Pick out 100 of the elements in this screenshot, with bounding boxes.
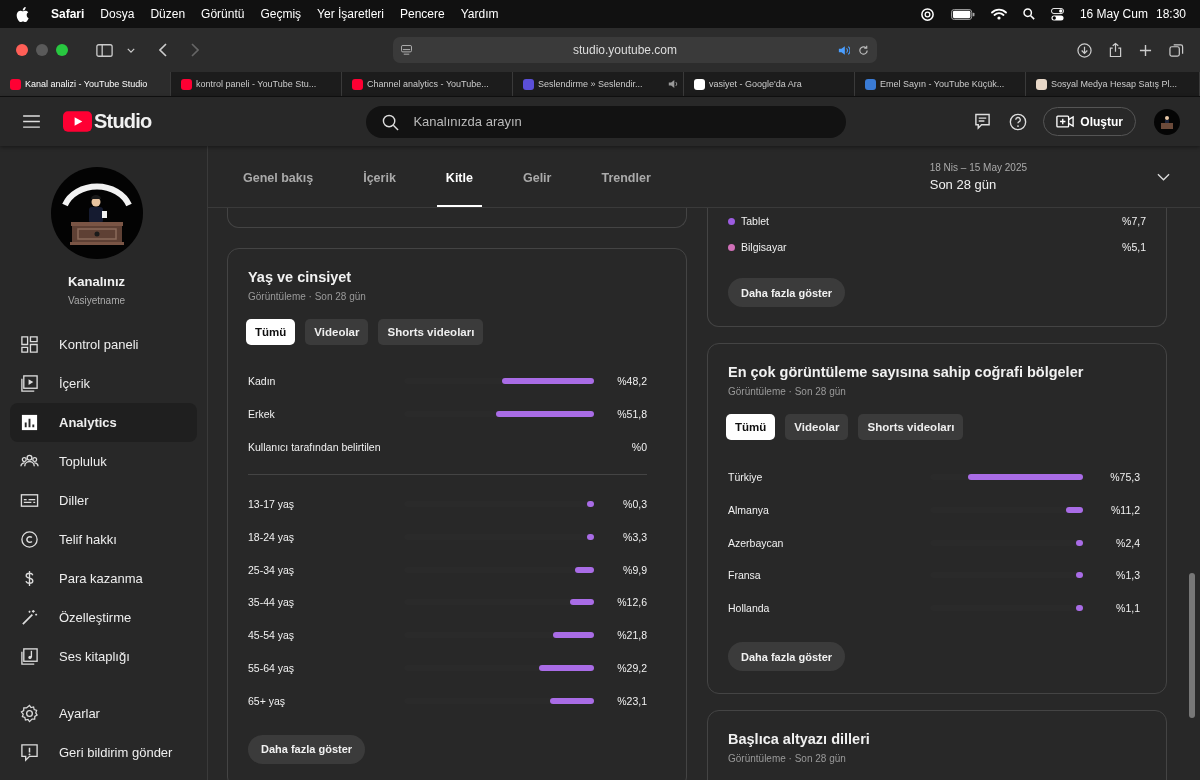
zoom-window-icon[interactable] (56, 44, 68, 56)
filter-chip[interactable]: Shorts videoları (858, 414, 964, 440)
browser-tab[interactable]: Emel Sayın - YouTube Küçük... (855, 72, 1026, 96)
url-text: studio.youtube.com (571, 43, 679, 57)
percentage-value: %48,2 (616, 375, 647, 388)
site-icon (352, 78, 363, 90)
menu-app-name[interactable]: Safari (51, 7, 85, 21)
browser-tab[interactable]: kontrol paneli - YouTube Stu... (171, 72, 342, 96)
browser-tab[interactable]: Sosyal Medya Hesap Satış Pl... (1026, 72, 1200, 96)
filter-chip[interactable]: Videolar (785, 414, 849, 440)
search-icon[interactable] (382, 113, 400, 131)
percentage-value: %51,8 (616, 408, 647, 421)
age-group-label: 13-17 yaş (248, 498, 296, 511)
percentage-value: %23,1 (616, 694, 647, 707)
close-window-icon[interactable] (16, 44, 28, 56)
age-group-label: 45-54 yaş (248, 629, 296, 642)
download-icon[interactable] (1077, 42, 1092, 58)
back-icon[interactable] (159, 43, 167, 57)
music-library-icon (20, 647, 39, 666)
sidebar-item[interactable]: Kontrol paneli (10, 325, 197, 364)
sidebar-item[interactable]: Ses kitaplığı (10, 637, 197, 676)
card-title: Yaş ve cinsiyet (248, 269, 353, 285)
feedback-message-icon[interactable] (974, 113, 992, 130)
percentage-value: %11,2 (1110, 504, 1140, 517)
country-label: Hollanda (728, 602, 771, 615)
wifi-icon[interactable] (990, 8, 1007, 20)
copyright-icon (20, 530, 39, 549)
card-title: En çok görüntüleme sayısına sahip coğrafi bölgeler (728, 364, 1085, 380)
menu-item[interactable]: Görüntü (201, 7, 245, 21)
browser-tab[interactable]: Kanal analizi - YouTube Studio (0, 72, 171, 96)
percentage-value: %75,3 (1109, 471, 1140, 484)
speaker-icon[interactable] (838, 44, 850, 56)
percentage-value: %29,2 (616, 661, 647, 674)
percentage-value: %3,3 (622, 531, 647, 544)
sidebar-icon[interactable] (96, 43, 113, 57)
sidebar-item[interactable]: Ayarlar (10, 694, 197, 733)
analytics-tab[interactable]: Genel bakış (234, 146, 323, 207)
sidebar-item[interactable]: Topluluk (10, 442, 197, 481)
logo-text[interactable]: Studio (94, 110, 152, 133)
search-icon[interactable] (1022, 8, 1035, 20)
menu-item[interactable]: Dosya (100, 7, 135, 21)
reload-icon[interactable] (858, 44, 869, 56)
browser-tab[interactable]: Channel analytics - YouTube... (342, 72, 513, 96)
menu-icon[interactable] (23, 115, 40, 128)
help-icon[interactable] (1009, 112, 1028, 131)
filter-chip[interactable]: Shorts videoları (378, 319, 484, 345)
tab-overview-icon[interactable] (1169, 42, 1184, 58)
browser-tab[interactable]: Seslendirme » Seslendir... (513, 72, 684, 96)
show-more-button[interactable]: Daha fazla göster (728, 642, 846, 672)
control-center-icon[interactable] (1050, 7, 1064, 21)
card-subtitle: Görüntüleme · Son 28 gün (248, 291, 367, 302)
filter-chip[interactable]: Videolar (305, 319, 369, 345)
gender-label: Kullanıcı tarafından belirtilen (248, 440, 382, 453)
card-subtitle: Görüntüleme · Son 28 gün (728, 753, 847, 764)
gender-label: Kadın (248, 375, 277, 388)
menu-item[interactable]: Geçmiş (260, 7, 302, 21)
sidebar-item[interactable]: Telif hakkı (10, 520, 197, 559)
site-icon (181, 78, 192, 90)
sidebar-item[interactable]: Geri bildirim gönder (10, 733, 197, 772)
age-group-label: 25-34 yaş (248, 563, 296, 576)
sidebar-item[interactable]: İçerik (10, 364, 197, 403)
browser-tab[interactable]: vasiyet - Google'da Ara (684, 72, 855, 96)
battery-icon[interactable] (950, 8, 975, 20)
magic-wand-icon (20, 608, 39, 627)
new-tab-icon[interactable] (1139, 43, 1152, 57)
chevron-down-icon[interactable] (127, 47, 135, 53)
play-logo-icon[interactable] (63, 111, 92, 132)
assistant-icon[interactable] (919, 6, 935, 22)
show-more-button[interactable]: Daha fazla göster (728, 278, 846, 307)
filter-chip[interactable]: Tümü (246, 319, 296, 345)
percentage-value: %1,3 (1115, 569, 1140, 582)
menu-item[interactable]: Düzen (150, 7, 186, 21)
video-plus-icon (1056, 115, 1075, 128)
analytics-tab[interactable]: Gelir (513, 146, 561, 207)
site-icon (523, 78, 534, 90)
country-label: Fransa (728, 569, 762, 582)
speaker-icon[interactable] (668, 79, 679, 89)
sidebar-item[interactable]: Diller (10, 481, 197, 520)
percentage-value: %7,7 (1121, 215, 1146, 227)
analytics-tab[interactable]: Trendler (592, 146, 660, 207)
date-range-dropdown[interactable]: 18 Nis – 15 May 2025 Son 28 gün (929, 146, 1170, 207)
share-icon[interactable] (1109, 42, 1122, 58)
chart-icon (20, 413, 39, 432)
analytics-tab[interactable]: Kitle (436, 146, 482, 207)
apple-icon[interactable] (16, 6, 29, 22)
analytics-tab[interactable]: İçerik (354, 146, 405, 207)
menu-item[interactable]: Yardım (460, 7, 499, 21)
dashboard-icon (20, 335, 39, 354)
filter-chip[interactable]: Tümü (726, 414, 776, 440)
menu-item[interactable]: Pencere (400, 7, 445, 21)
show-more-button[interactable]: Daha fazla göster (248, 734, 366, 764)
sidebar-item[interactable]: Analytics (10, 403, 197, 442)
menu-item[interactable]: Yer İşaretleri (317, 7, 384, 21)
forward-icon[interactable] (191, 43, 199, 57)
page-menu-icon[interactable] (401, 44, 412, 56)
address-bar[interactable]: studio.youtube.com (393, 37, 877, 63)
sidebar-item[interactable]: Özelleştirme (10, 598, 197, 637)
search-field[interactable]: Kanalınızda arayın (366, 105, 847, 138)
menu-clock: 18:30 (1155, 7, 1186, 21)
sidebar-item[interactable]: Para kazanma (10, 559, 197, 598)
